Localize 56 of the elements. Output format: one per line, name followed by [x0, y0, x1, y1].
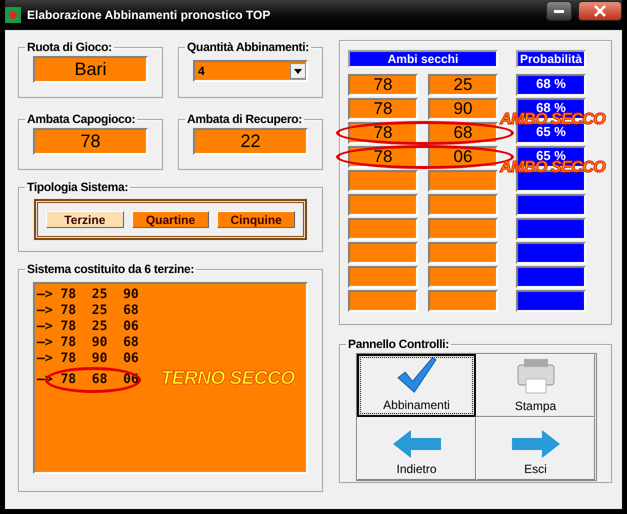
group-legend: Ambata di Recupero: — [185, 112, 304, 126]
ruota-field[interactable]: Bari — [33, 56, 148, 83]
right-arrow-icon — [512, 430, 560, 458]
ambata-recupero-field[interactable]: 22 — [193, 128, 308, 155]
app-icon — [5, 7, 21, 23]
group-legend: Ruota di Gioco: — [25, 40, 114, 54]
number-cell: 78 — [348, 98, 418, 120]
combination-line: —> 78 25 90 — [37, 286, 139, 302]
number-cell: 25 — [428, 74, 498, 96]
quantita-dropdown[interactable]: 4 — [193, 60, 308, 82]
abbinamenti-button[interactable]: Abbinamenti — [357, 354, 476, 417]
column-header: Probabilità — [516, 50, 586, 68]
empty-cell — [348, 266, 418, 288]
combination-line: —> 78 25 06 — [37, 318, 139, 334]
left-arrow-icon — [392, 430, 440, 458]
empty-cell — [428, 170, 498, 192]
empty-cell — [348, 194, 418, 216]
close-button[interactable] — [578, 1, 622, 21]
minimize-button[interactable] — [546, 1, 572, 21]
empty-cell — [428, 218, 498, 240]
system-type-button[interactable]: Quartine — [132, 211, 210, 228]
number-cell: 78 — [348, 74, 418, 96]
combination-line: —> 78 90 68 — [37, 334, 139, 350]
empty-cell — [348, 170, 418, 192]
empty-cell — [516, 242, 586, 264]
empty-cell — [428, 242, 498, 264]
minimize-icon — [554, 10, 564, 12]
system-type-button[interactable]: Cinquine — [217, 211, 296, 228]
empty-cell — [428, 194, 498, 216]
combination-line: —> 78 90 06 — [37, 350, 139, 366]
empty-cell — [428, 266, 498, 288]
combination-line: —> 78 25 68 — [37, 302, 139, 318]
number-cell: 90 — [428, 98, 498, 120]
window-title: Elaborazione Abbinamenti pronostico TOP — [27, 8, 272, 22]
group-legend: Quantità Abbinamenti: — [185, 40, 311, 54]
close-icon — [594, 5, 606, 17]
annotation-text: TERNO SECCO — [160, 372, 295, 386]
probability-cell: 68 % — [516, 74, 586, 96]
group-legend: Ambata Capogioco: — [25, 112, 138, 126]
empty-cell — [516, 194, 586, 216]
indietro-button[interactable]: Indietro — [357, 417, 476, 480]
empty-cell — [428, 290, 498, 312]
empty-cell — [516, 218, 586, 240]
empty-cell — [516, 290, 586, 312]
stampa-button[interactable]: Stampa — [476, 354, 595, 417]
empty-cell — [348, 218, 418, 240]
empty-cell — [348, 242, 418, 264]
column-header: Ambi secchi — [348, 50, 498, 68]
group-legend: Sistema costituito da 6 terzine: — [25, 262, 196, 276]
ambata-capogioco-field[interactable]: 78 — [33, 128, 148, 155]
group-legend: Tipologia Sistema: — [25, 180, 130, 194]
empty-cell — [348, 290, 418, 312]
group-legend: Pannello Controlli: — [346, 337, 451, 351]
system-type-button[interactable]: Terzine — [46, 211, 124, 228]
empty-cell — [516, 266, 586, 288]
esci-button[interactable]: Esci — [476, 417, 595, 480]
